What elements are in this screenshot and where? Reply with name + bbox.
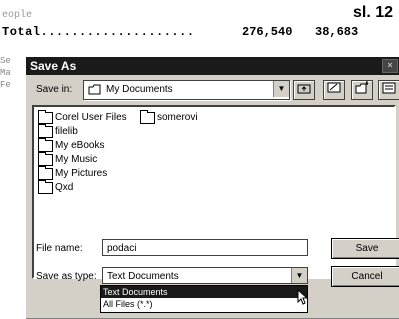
background-total-label: Total.................... [2,25,195,39]
chevron-down-icon[interactable]: ▼ [273,81,289,97]
save-as-dialog: Save As × Save in: My Documents ▼ Corel … [24,55,399,319]
folder-icon [38,152,53,166]
list-item[interactable]: My Pictures [38,166,107,180]
view-menu-icon [382,82,396,94]
folder-icon [38,110,53,124]
save-as-type-label: Save as type: [36,271,97,282]
list-item[interactable]: filelib [38,124,78,138]
background-total-value-1: 276,540 [242,25,293,39]
up-one-level-button[interactable] [293,80,315,100]
folder-icon [38,138,53,152]
desktop-icon [327,82,341,93]
save-in-label: Save in: [36,84,73,95]
list-item[interactable]: My Music [38,152,97,166]
save-as-type-options: Text Documents All Files (*.*) [100,285,308,313]
background-people-text: eople [2,10,33,21]
slide-label: sl. 12 [352,4,393,21]
close-icon[interactable]: × [382,59,398,73]
folder-icon [140,110,155,124]
new-folder-button[interactable] [351,80,373,100]
up-one-level-icon [297,84,311,94]
save-button[interactable]: Save [331,238,399,259]
new-folder-icon [355,81,369,94]
list-item[interactable]: Qxd [38,180,73,194]
background-fragment: Ma [0,68,11,78]
save-in-value: My Documents [106,84,173,95]
cancel-button[interactable]: Cancel [331,266,399,287]
view-menu-button[interactable] [378,80,399,100]
save-as-type-value: Text Documents [107,271,179,282]
list-item[interactable]: Corel User Files [38,110,127,124]
background-fragment: Fe [0,80,11,90]
chevron-down-icon[interactable]: ▼ [291,268,307,283]
list-item[interactable]: My eBooks [38,138,104,152]
desktop-button[interactable] [323,80,345,100]
list-item[interactable]: somerovi [140,110,198,124]
dialog-title-bar[interactable]: Save As × [26,57,399,75]
file-name-input[interactable]: podaci [102,239,308,256]
background-total-value-2: 38,683 [315,25,359,39]
folder-icon [38,124,53,138]
file-name-label: File name: [36,243,83,254]
option-all-files[interactable]: All Files (*.*) [101,298,307,310]
save-as-type-dropdown[interactable]: Text Documents ▼ [102,267,308,284]
save-in-dropdown[interactable]: My Documents ▼ [83,80,290,100]
dialog-title: Save As [30,59,77,73]
folder-icon [88,84,101,95]
folder-icon [38,180,53,194]
mouse-cursor-icon [297,289,309,305]
background-fragment: Se [0,56,11,66]
option-text-documents[interactable]: Text Documents [101,286,307,298]
folder-icon [38,166,53,180]
